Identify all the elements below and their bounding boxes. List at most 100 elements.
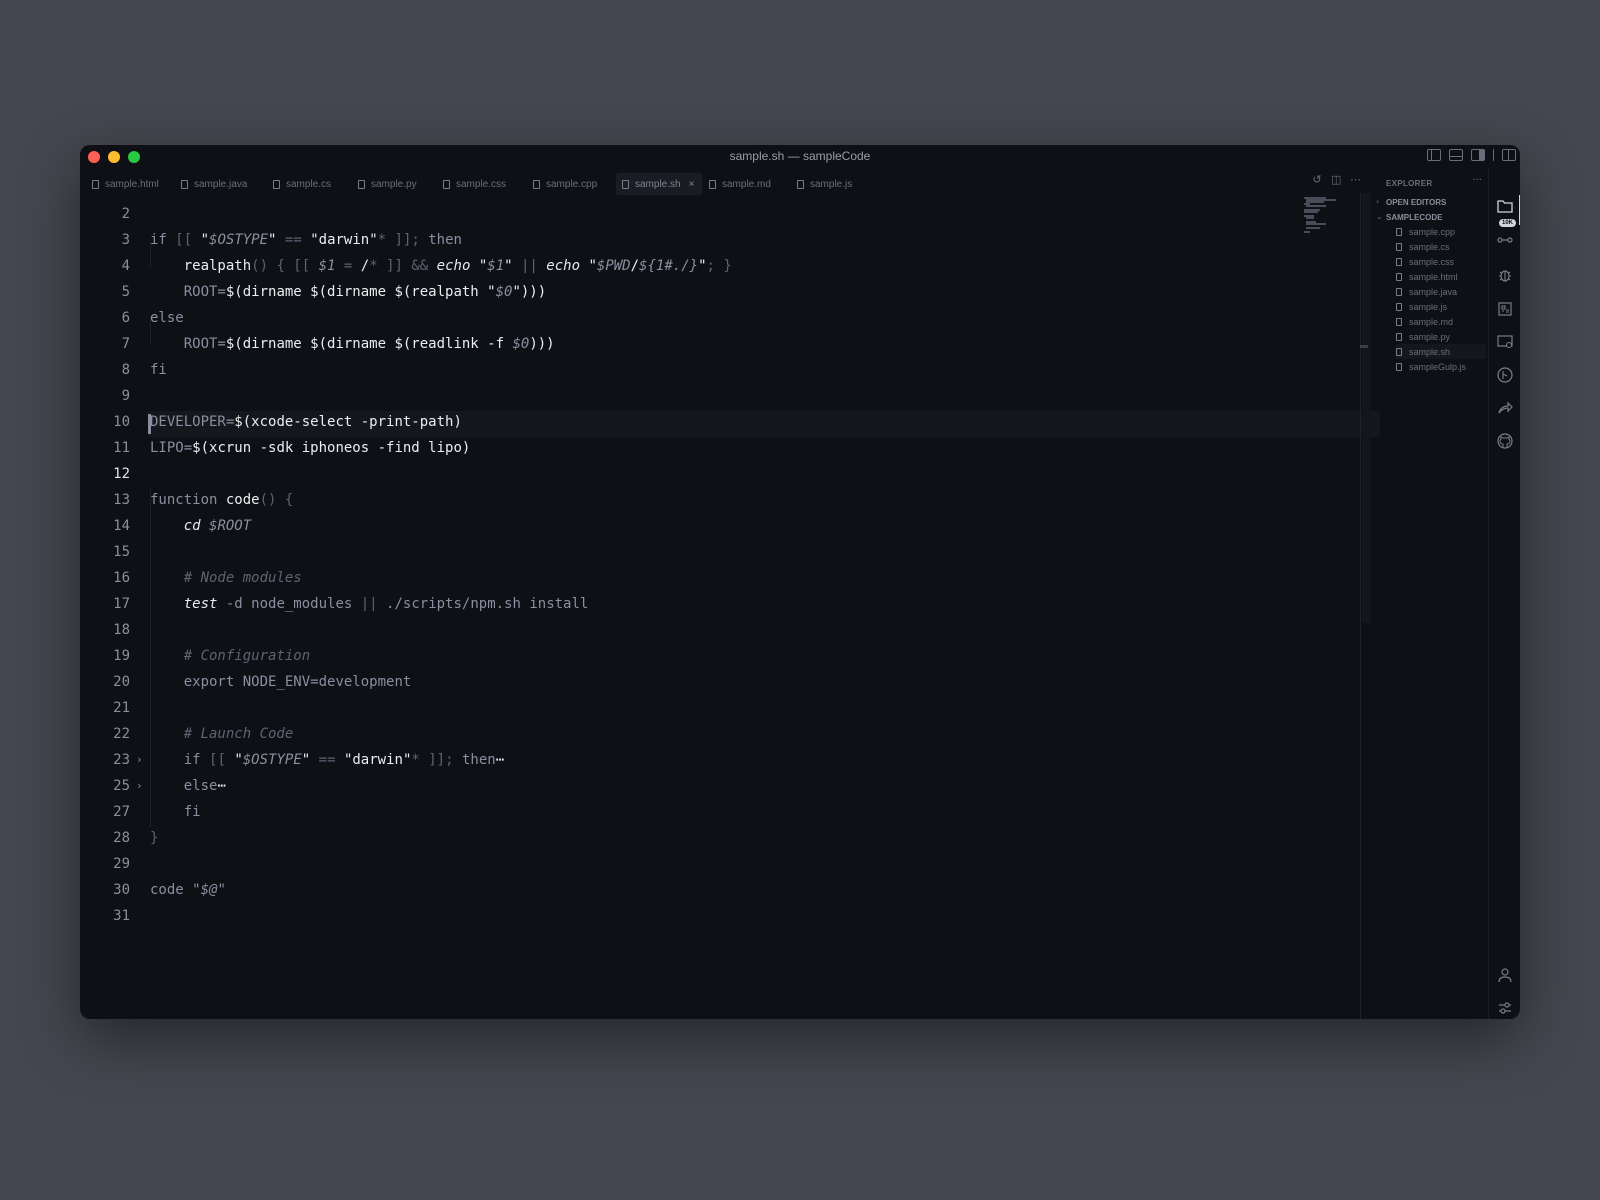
explorer-sidebar: EXPLORER ··· › OPEN EDITORS ⌄ SAMPLECODE…	[1370, 173, 1488, 1019]
code-line: 16 # Node modules	[113, 570, 302, 586]
file-icon	[1396, 272, 1402, 281]
file-icon	[1396, 242, 1402, 251]
live-share-icon[interactable]	[1497, 400, 1513, 416]
close-tab-icon[interactable]: ×	[689, 179, 695, 190]
tab-sample-java[interactable]: sample.java	[175, 173, 253, 195]
tab-sample-cpp[interactable]: sample.cpp	[527, 173, 603, 195]
file-icon	[443, 179, 450, 189]
explorer-file-active[interactable]: sample.sh	[1396, 344, 1486, 359]
file-icon	[1396, 257, 1402, 266]
file-icon	[1396, 332, 1402, 341]
code-line: 23 › if [[ "$OSTYPE" == "darwin"* ]]; the…	[80, 747, 1280, 773]
explorer-file[interactable]: sample.cs	[1396, 239, 1486, 254]
code-line: 28}	[113, 830, 159, 846]
file-icon	[622, 179, 629, 189]
code-line: 20 export NODE_ENV=development	[113, 674, 412, 690]
file-icon	[1396, 317, 1402, 326]
customize-layout-icon[interactable]	[1502, 149, 1516, 161]
account-icon[interactable]	[1497, 967, 1513, 983]
files-icon[interactable]	[1497, 199, 1513, 215]
settings-icon[interactable]	[1497, 1000, 1513, 1016]
explorer-file[interactable]: sample.html	[1396, 269, 1486, 284]
window-title: sample.sh — sampleCode	[729, 149, 871, 163]
fold-chevron-icon[interactable]: ›	[136, 773, 143, 799]
editor-divider	[1360, 193, 1361, 1019]
file-icon	[273, 179, 280, 189]
tab-sample-sh[interactable]: sample.sh ×	[616, 173, 702, 195]
activity-bar: 10K	[1488, 169, 1520, 1019]
scrollbar-thumb[interactable]	[1360, 345, 1368, 348]
debug-icon[interactable]	[1497, 267, 1513, 283]
samplecode-folder[interactable]: SAMPLECODE	[1386, 213, 1442, 222]
toggle-secondary-sidebar-icon[interactable]	[1470, 149, 1485, 161]
title-bar: sample.sh — sampleCode	[80, 145, 1520, 169]
code-line: 4 realpath() { [[ $1 = /* ]] && echo "$1…	[121, 258, 732, 274]
minimap[interactable]	[1302, 195, 1362, 235]
code-line: 30 code "$@"	[113, 882, 226, 898]
active-indicator	[1519, 195, 1520, 225]
file-icon	[797, 179, 804, 189]
tab-sample-md[interactable]: sample.md	[703, 173, 777, 195]
code-line: 25 › else⋯	[80, 773, 1280, 799]
code-line: 2	[121, 206, 130, 222]
file-icon	[1396, 287, 1402, 296]
tab-sample-css[interactable]: sample.css	[437, 173, 512, 195]
tab-sample-js[interactable]: sample.js	[791, 173, 858, 195]
file-icon	[1396, 227, 1402, 236]
extensions-icon[interactable]	[1497, 301, 1513, 317]
tab-sample-html[interactable]: sample.html	[86, 173, 165, 195]
more-icon[interactable]: ···	[1472, 175, 1482, 186]
explorer-file[interactable]: sampleGulp.js	[1396, 359, 1486, 374]
layout-controls	[1426, 149, 1516, 161]
source-control-badge: 10K	[1499, 219, 1517, 227]
code-line: 19 # Configuration	[113, 648, 311, 664]
github-icon[interactable]	[1497, 433, 1513, 449]
file-icon	[1396, 362, 1402, 371]
code-line: 5 ROOT=$(dirname $(dirname $(realpath "$…	[121, 284, 547, 300]
code-line: 18	[113, 622, 130, 638]
code-line: 21	[113, 700, 130, 716]
explorer-file[interactable]: sample.java	[1396, 284, 1486, 299]
toggle-primary-sidebar-icon[interactable]	[1426, 149, 1441, 161]
scrollbar-track[interactable]	[1362, 193, 1370, 623]
remote-explorer-icon[interactable]	[1497, 334, 1513, 350]
toggle-panel-icon[interactable]	[1448, 149, 1463, 161]
code-line: 9	[121, 388, 130, 404]
code-line: 14 cd $ROOT	[113, 518, 252, 534]
open-editors-section[interactable]: OPEN EDITORS	[1386, 198, 1446, 207]
explorer-file[interactable]: sample.cpp	[1396, 224, 1486, 239]
code-line: 27 fi	[113, 804, 201, 820]
tab-sample-cs[interactable]: sample.cs	[267, 173, 337, 195]
text-cursor	[148, 414, 151, 434]
source-control-icon[interactable]	[1497, 233, 1513, 249]
tab-bar: sample.html sample.java sample.cs sample…	[80, 173, 1360, 195]
fold-chevron-icon[interactable]: ›	[136, 747, 143, 773]
code-line: 29	[113, 856, 130, 872]
chevron-right-icon[interactable]: ›	[1376, 197, 1379, 206]
timeline-icon[interactable]: ↺	[1312, 174, 1322, 185]
explorer-file[interactable]: sample.md	[1396, 314, 1486, 329]
code-editor[interactable]: 2 3 if [[ "$OSTYPE" == "darwin"* ]]; then…	[80, 201, 1360, 1011]
file-icon	[358, 179, 365, 189]
explorer-file[interactable]: sample.css	[1396, 254, 1486, 269]
code-line: 8 fi	[121, 362, 167, 378]
more-actions-icon[interactable]: ⋯	[1350, 174, 1361, 185]
split-editor-icon[interactable]: ◫	[1331, 174, 1341, 185]
code-line: 17 test -d node_modules || ./scripts/npm…	[113, 596, 589, 612]
file-icon	[533, 179, 540, 189]
file-icon	[181, 179, 188, 189]
code-line: 22 # Launch Code	[113, 726, 294, 742]
code-line: 13 function code() {	[113, 492, 294, 508]
chevron-down-icon[interactable]: ⌄	[1376, 212, 1383, 221]
explorer-file[interactable]: sample.py	[1396, 329, 1486, 344]
git-graph-icon[interactable]	[1497, 367, 1513, 383]
code-line: 31	[113, 908, 130, 924]
file-icon	[92, 179, 99, 189]
file-icon	[709, 179, 716, 189]
explorer-title: EXPLORER	[1386, 179, 1433, 188]
code-line: 12	[113, 466, 130, 482]
explorer-file[interactable]: sample.js	[1396, 299, 1486, 314]
code-line: 6 else	[121, 310, 184, 326]
editor-actions: ↺ ◫ ⋯	[1312, 174, 1361, 185]
tab-sample-py[interactable]: sample.py	[352, 173, 423, 195]
